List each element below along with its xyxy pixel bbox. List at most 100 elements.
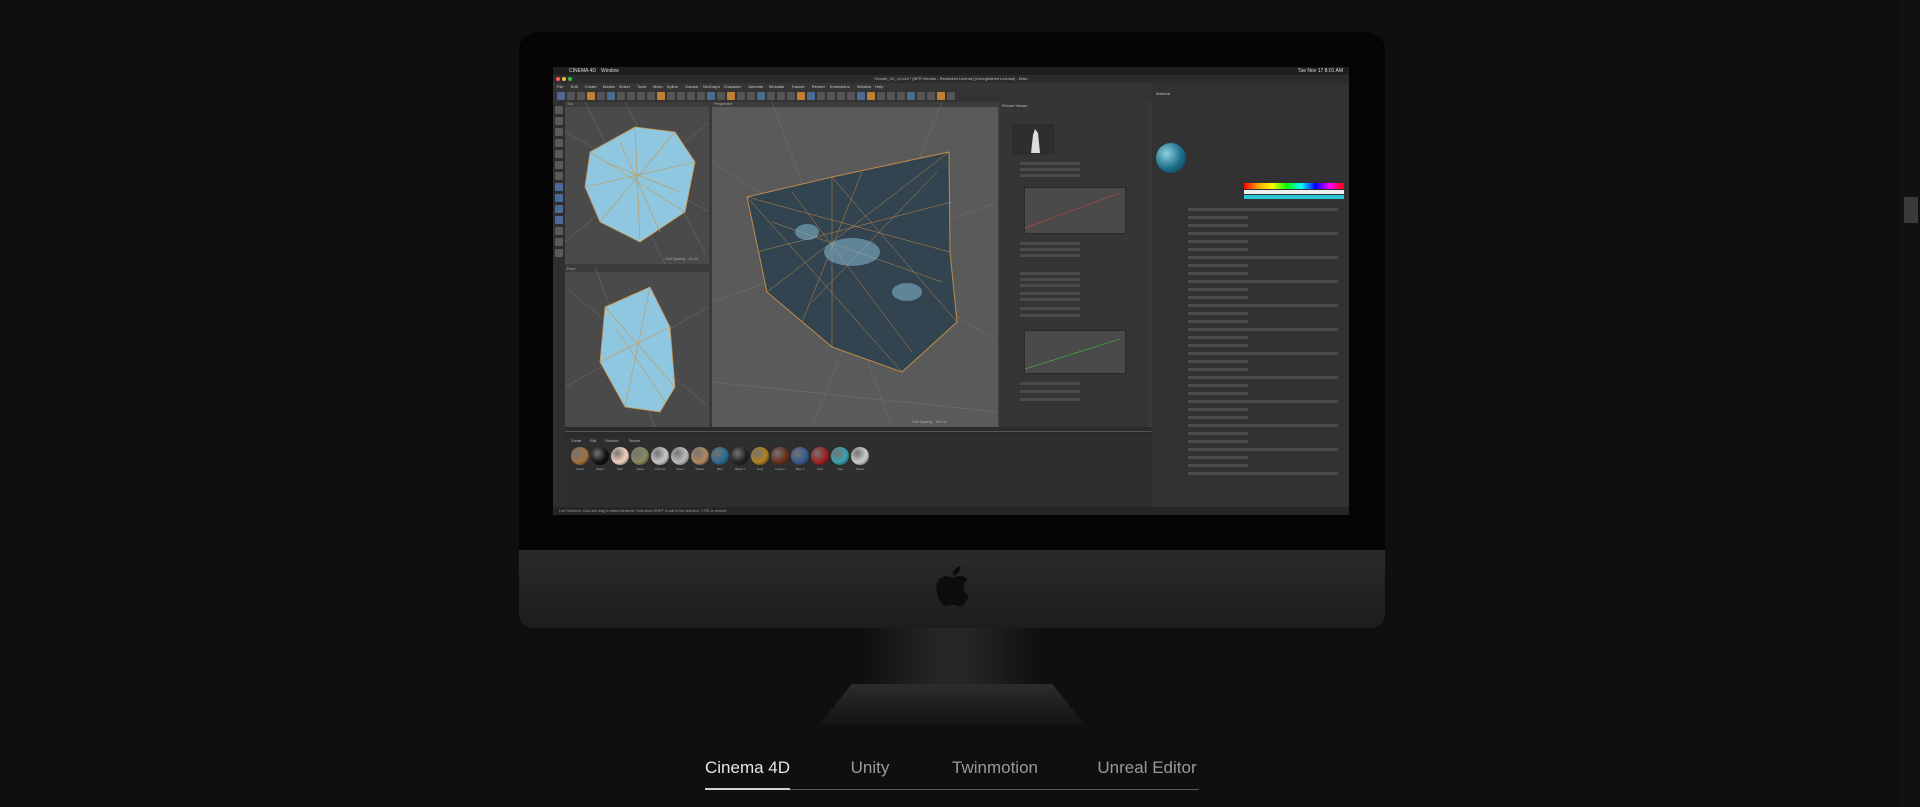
mode-tool-icon[interactable] (555, 183, 563, 191)
menu-modes[interactable]: Modes (603, 84, 615, 89)
toolbar-tool-icon[interactable] (847, 92, 855, 100)
material-parameter-row[interactable] (1188, 336, 1248, 339)
attribute-field-row[interactable] (1020, 272, 1080, 275)
menu-simulate[interactable]: Simulate (769, 84, 785, 89)
toolbar-tool-icon[interactable] (927, 92, 935, 100)
material-parameter-row[interactable] (1188, 288, 1248, 291)
toolbar-tool-icon[interactable] (807, 92, 815, 100)
toolbar-tool-icon[interactable] (837, 92, 845, 100)
material-swatch[interactable] (811, 447, 829, 465)
toolbar-tool-icon[interactable] (777, 92, 785, 100)
toolbar-tool-icon[interactable] (787, 92, 795, 100)
material-swatch[interactable] (791, 447, 809, 465)
toolbar-tool-icon[interactable] (587, 92, 595, 100)
tab-unreal-editor[interactable]: Unreal Editor (1095, 755, 1199, 791)
toolbar-tool-icon[interactable] (717, 92, 725, 100)
attribute-field-row[interactable] (1020, 390, 1080, 393)
toolbar-tool-icon[interactable] (797, 92, 805, 100)
attribute-field-row[interactable] (1020, 248, 1080, 251)
toolbar-tool-icon[interactable] (757, 92, 765, 100)
material-parameter-row[interactable] (1188, 440, 1248, 443)
toolbar-tool-icon[interactable] (727, 92, 735, 100)
material-parameter-row[interactable] (1188, 392, 1248, 395)
toolbar-tool-icon[interactable] (937, 92, 945, 100)
attribute-field-row[interactable] (1020, 174, 1080, 177)
window-menu[interactable]: Window (601, 68, 619, 74)
timeline[interactable] (565, 427, 1152, 437)
material-swatch[interactable] (851, 447, 869, 465)
attribute-field-row[interactable] (1020, 292, 1080, 295)
toolbar-tool-icon[interactable] (597, 92, 605, 100)
toolbar-tool-icon[interactable] (897, 92, 905, 100)
attribute-field-row[interactable] (1020, 254, 1080, 257)
toolbar-tool-icon[interactable] (627, 92, 635, 100)
material-parameter-row[interactable] (1188, 224, 1248, 227)
toolbar-tool-icon[interactable] (647, 92, 655, 100)
material-swatch[interactable] (671, 447, 689, 465)
material-parameter-row[interactable] (1188, 248, 1248, 251)
material-menu-texture[interactable]: Texture (629, 439, 640, 443)
toolbar-tool-icon[interactable] (687, 92, 695, 100)
material-parameter-row[interactable] (1188, 384, 1248, 387)
toolbar-tool-icon[interactable] (617, 92, 625, 100)
menu-select[interactable]: Select (619, 84, 630, 89)
mode-tool-icon[interactable] (555, 172, 563, 180)
attribute-field-row[interactable] (1020, 382, 1080, 385)
material-menu-create[interactable]: Create (571, 439, 582, 443)
curve-graph-2[interactable] (1024, 330, 1126, 374)
material-parameter-row[interactable] (1188, 408, 1248, 411)
attribute-field-row[interactable] (1020, 398, 1080, 401)
material-parameter-row[interactable] (1188, 456, 1248, 459)
material-swatch[interactable] (631, 447, 649, 465)
material-parameter-row[interactable] (1188, 232, 1338, 235)
material-parameter-row[interactable] (1188, 448, 1338, 451)
toolbar-tool-icon[interactable] (827, 92, 835, 100)
material-parameter-row[interactable] (1188, 352, 1338, 355)
menu-render[interactable]: Render (812, 84, 825, 89)
material-parameter-row[interactable] (1188, 360, 1248, 363)
toolbar-tool-icon[interactable] (877, 92, 885, 100)
material-parameter-row[interactable] (1188, 320, 1248, 323)
material-parameter-row[interactable] (1188, 328, 1338, 331)
material-parameter-row[interactable] (1188, 272, 1248, 275)
material-menu-edit[interactable]: Edit (590, 439, 596, 443)
menu-spline[interactable]: Spline (667, 84, 678, 89)
toolbar-tool-icon[interactable] (817, 92, 825, 100)
mode-tool-icon[interactable] (555, 117, 563, 125)
toolbar-tool-icon[interactable] (867, 92, 875, 100)
close-window-icon[interactable] (556, 77, 560, 81)
material-parameter-row[interactable] (1188, 400, 1338, 403)
toolbar-tool-icon[interactable] (567, 92, 575, 100)
toolbar-tool-icon[interactable] (737, 92, 745, 100)
mode-tool-icon[interactable] (555, 227, 563, 235)
material-parameter-row[interactable] (1188, 312, 1248, 315)
toolbar-tool-icon[interactable] (747, 92, 755, 100)
material-menu-function[interactable]: Function (605, 439, 618, 443)
color-swatch[interactable] (1244, 195, 1344, 199)
mode-tool-icon[interactable] (555, 205, 563, 213)
menu-mesh[interactable]: Mesh (653, 84, 663, 89)
attribute-field-row[interactable] (1020, 242, 1080, 245)
toolbar-tool-icon[interactable] (577, 92, 585, 100)
material-parameter-row[interactable] (1188, 296, 1248, 299)
attribute-field-row[interactable] (1020, 307, 1080, 310)
material-parameter-row[interactable] (1188, 216, 1248, 219)
mode-tool-icon[interactable] (555, 139, 563, 147)
material-swatch[interactable] (771, 447, 789, 465)
material-parameter-row[interactable] (1188, 208, 1338, 211)
menu-tracker[interactable]: Tracker (791, 84, 804, 89)
material-parameter-row[interactable] (1188, 264, 1248, 267)
attribute-field-row[interactable] (1020, 314, 1080, 317)
app-name[interactable]: CINEMA 4D (569, 68, 596, 74)
material-swatch[interactable] (831, 447, 849, 465)
page-scrollbar[interactable] (1900, 0, 1920, 807)
material-parameter-row[interactable] (1188, 464, 1248, 467)
attribute-field-row[interactable] (1020, 298, 1080, 301)
material-swatch[interactable] (571, 447, 589, 465)
color-spectrum[interactable] (1244, 183, 1344, 189)
menu-create[interactable]: Create (585, 84, 597, 89)
menu-character[interactable]: Character (724, 84, 742, 89)
material-parameter-row[interactable] (1188, 256, 1338, 259)
mode-tool-icon[interactable] (555, 194, 563, 202)
material-parameter-row[interactable] (1188, 472, 1338, 475)
